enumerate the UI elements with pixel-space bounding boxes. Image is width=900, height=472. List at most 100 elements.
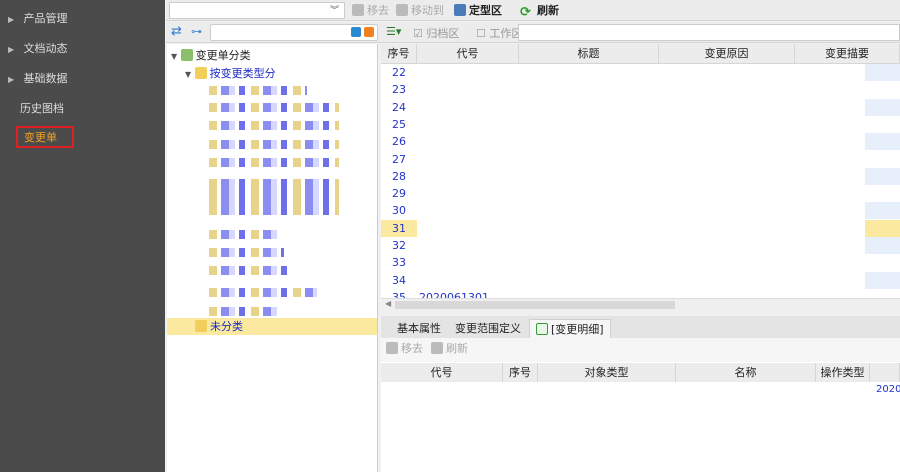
filter-input[interactable]	[518, 24, 900, 41]
detail-toolbar: 移去 刷新	[381, 338, 900, 362]
row-number: 30	[392, 204, 406, 218]
column-header[interactable]: 代号	[417, 44, 519, 64]
column-header[interactable]: 对象类型	[538, 363, 676, 382]
category-tree: ▼ 变更单分类 ▼ 按变更类型分 未分类	[167, 44, 378, 472]
remove-icon	[352, 4, 364, 16]
row-cell	[865, 219, 900, 237]
sidebar-item-change-order[interactable]: 变更单	[16, 126, 74, 148]
tree-node-blurred[interactable]	[209, 288, 317, 297]
tree-node-blurred[interactable]	[209, 86, 307, 95]
table-row[interactable]: 31	[381, 219, 900, 237]
tree-node-blurred[interactable]	[209, 121, 339, 130]
row-number: 26	[392, 135, 406, 149]
column-header[interactable]: 标题	[519, 44, 659, 64]
tree-node-blurred[interactable]	[209, 179, 339, 215]
horizontal-scrollbar[interactable]: ◀	[381, 298, 900, 311]
change-order-grid: 序号 代号 标题 变更原因 变更描要 22 23 24 25 26 27 28 29 30 31 3…	[381, 44, 900, 310]
tree-icon[interactable]: ⊶	[191, 25, 202, 38]
add-icon[interactable]	[351, 27, 361, 37]
column-header[interactable]: 序号	[503, 363, 538, 382]
fixed-area-button[interactable]: 定型区	[454, 3, 502, 18]
tree-node-blurred[interactable]	[209, 103, 339, 112]
row-cell	[865, 64, 900, 81]
table-row[interactable]: 27	[381, 151, 900, 168]
tree-node-unclassified[interactable]: 未分类	[167, 318, 377, 335]
table-row[interactable]: 32	[381, 237, 900, 254]
archive-checkbox[interactable]: ☑ 归档区	[413, 25, 459, 41]
label: 刷新	[446, 342, 468, 355]
table-row[interactable]: 24	[381, 98, 900, 116]
expand-icon: ▼	[171, 52, 178, 61]
row-cell	[865, 254, 900, 271]
tree-node-group[interactable]: ▼ 按变更类型分	[185, 65, 276, 82]
sidebar-item-docs[interactable]: ▶ 文档动态	[8, 38, 68, 60]
work-checkbox[interactable]: ☐ 工作区	[476, 25, 522, 41]
remove-button[interactable]: 移去	[352, 3, 389, 18]
move-icon	[396, 4, 408, 16]
column-header[interactable]: 序号	[381, 44, 417, 64]
tree-node-blurred[interactable]	[209, 266, 287, 275]
folder-icon	[194, 67, 207, 79]
label: 变更单分类	[195, 49, 251, 62]
label: 刷新	[537, 4, 559, 17]
fixed-area-icon	[454, 4, 466, 16]
list-view-icon[interactable]: ☰▾	[386, 25, 401, 38]
table-row[interactable]: 25	[381, 116, 900, 133]
move-to-button[interactable]: 移动到	[396, 3, 444, 18]
table-row[interactable]: 28	[381, 167, 900, 185]
sidebar-item-history[interactable]: 历史图档	[20, 98, 64, 120]
row-number: 34	[392, 273, 406, 287]
tab-basic[interactable]: 基本属性	[391, 319, 447, 338]
table-row[interactable]: 30	[381, 202, 900, 220]
doc-icon	[180, 49, 193, 61]
column-header[interactable]: 变更描要	[795, 44, 900, 64]
table-row[interactable]: 22	[381, 64, 900, 81]
table-row[interactable]: 34	[381, 271, 900, 289]
table-row[interactable]: 23	[381, 81, 900, 98]
sidebar-item-base[interactable]: ▶ 基础数据	[8, 68, 68, 90]
sidebar-item-product[interactable]: ▶ 产品管理	[8, 8, 68, 30]
tree-node-blurred[interactable]	[209, 140, 339, 149]
column-header[interactable]: 操作类型	[816, 363, 870, 382]
tree-node-blurred[interactable]	[209, 248, 284, 257]
chevron-right-icon: ▶	[8, 75, 15, 84]
column-header[interactable]	[870, 363, 900, 382]
detail-panel: 移去 刷新 代号 序号 对象类型 名称 操作类型 2020	[381, 338, 900, 472]
detail-refresh-button[interactable]: 刷新	[431, 341, 468, 356]
column-header[interactable]: 代号	[381, 363, 503, 382]
sidebar-item-label: 产品管理	[23, 12, 68, 25]
sidebar-item-label: 历史图档	[20, 102, 64, 115]
add-up-icon[interactable]	[364, 27, 374, 37]
row-cell	[865, 116, 900, 133]
chevron-right-icon: ▶	[8, 15, 15, 24]
label: 按变更类型分	[209, 67, 276, 80]
row-cell	[865, 133, 900, 151]
sync-icon[interactable]: ⇄	[171, 24, 182, 39]
column-header[interactable]: 变更原因	[659, 44, 795, 64]
detail-remove-button[interactable]: 移去	[386, 341, 423, 356]
tree-node-root[interactable]: ▼ 变更单分类	[171, 47, 251, 64]
tree-node-blurred[interactable]	[209, 158, 339, 167]
table-row[interactable]: 26	[381, 133, 900, 151]
table-row[interactable]: 33	[381, 254, 900, 271]
label: 移动到	[411, 4, 444, 17]
label: 定型区	[469, 4, 502, 17]
tree-node-blurred[interactable]	[209, 307, 279, 316]
row-cell	[865, 151, 900, 168]
refresh-icon	[431, 342, 443, 354]
refresh-button[interactable]: ⟳ 刷新	[520, 3, 559, 20]
tab-detail[interactable]: [变更明细]	[529, 319, 611, 338]
refresh-icon: ⟳	[520, 5, 531, 20]
table-row[interactable]: 29	[381, 185, 900, 202]
tab-scope[interactable]: 变更范围定义	[449, 319, 527, 338]
tree-node-blurred[interactable]	[209, 230, 279, 239]
sidebar-item-label: 文档动态	[23, 42, 68, 55]
row-number: 29	[392, 187, 406, 201]
row-number: 33	[392, 256, 406, 270]
label: 归档区	[426, 27, 460, 40]
tree-search-input[interactable]	[210, 24, 378, 41]
main-toolbar: ︾ 移去 移动到 定型区 ⟳ 刷新	[166, 0, 900, 21]
secondary-toolbar: ⇄ ⊶ ☰▾ ☑ 归档区 ☐ 工作区	[166, 22, 900, 43]
column-header[interactable]: 名称	[676, 363, 816, 382]
view-select[interactable]: ︾	[169, 2, 345, 19]
